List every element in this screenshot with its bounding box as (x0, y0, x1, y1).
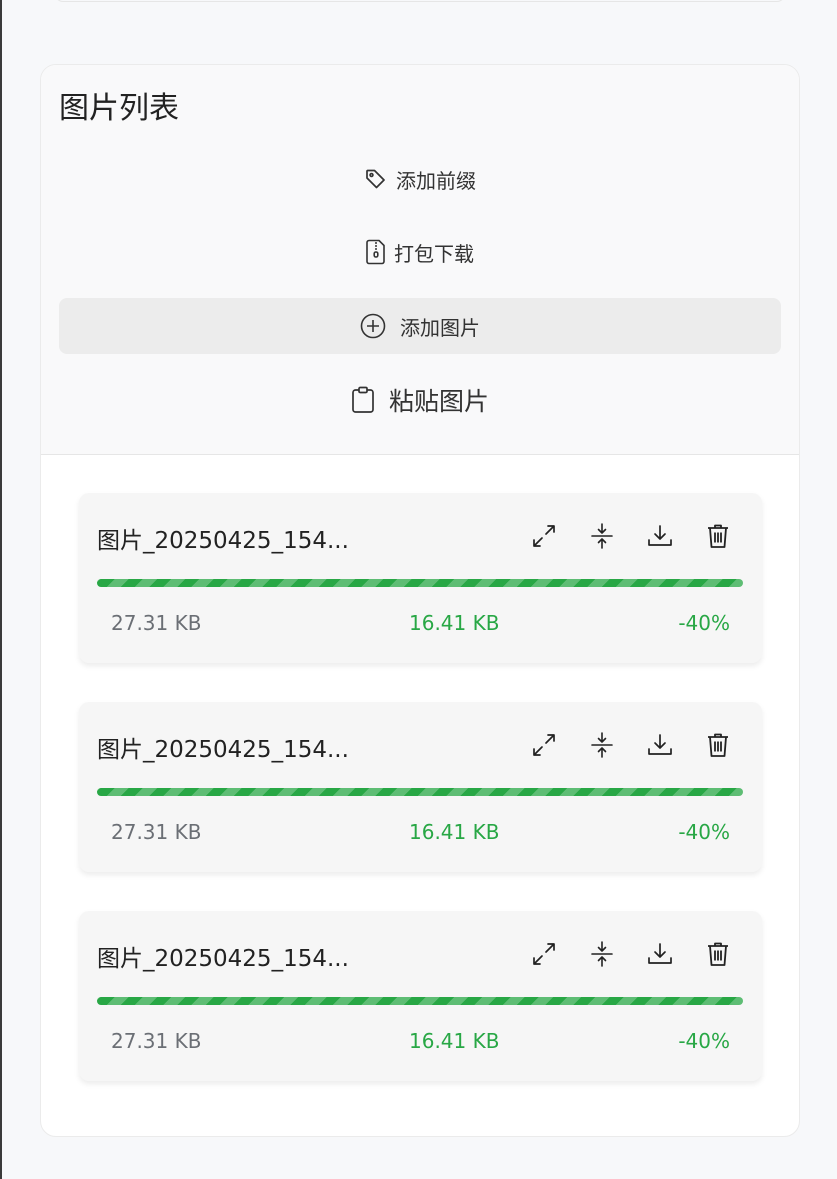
plus-circle-icon (360, 313, 386, 339)
add-prefix-label: 添加前缀 (396, 168, 476, 193)
image-name: 图片_20250425_154... (97, 946, 349, 972)
expand-icon (531, 523, 557, 553)
expand-icon (531, 941, 557, 971)
zip-download-button[interactable]: 打包下载 (59, 228, 781, 276)
zip-download-label: 打包下载 (394, 241, 474, 266)
add-image-label: 添加图片 (400, 315, 480, 340)
compress-button[interactable] (587, 523, 617, 553)
delete-button[interactable] (703, 732, 733, 762)
add-prefix-button[interactable]: 添加前缀 (59, 155, 781, 203)
trash-icon (707, 941, 729, 971)
compressed-size: 16.41 KB (409, 611, 500, 635)
image-item: 图片_20250425_154... 27.31 KB 16.41 KB -40… (79, 702, 762, 872)
delete-button[interactable] (703, 523, 733, 553)
add-image-button[interactable]: 添加图片 (59, 298, 781, 354)
panel-title: 图片列表 (59, 91, 179, 126)
paste-image-label: 粘贴图片 (388, 387, 489, 416)
delete-button[interactable] (703, 941, 733, 971)
image-item: 图片_20250425_154... 27.31 KB 16.41 KB -40… (79, 493, 762, 663)
download-button[interactable] (645, 732, 675, 762)
image-list: 图片_20250425_154... 27.31 KB 16.41 KB -40… (79, 493, 763, 1120)
previous-card-edge (55, 0, 785, 2)
compress-icon (590, 523, 614, 553)
compression-ratio: -40% (678, 1029, 730, 1053)
compression-ratio: -40% (678, 611, 730, 635)
compress-icon (590, 941, 614, 971)
original-size: 27.31 KB (111, 611, 202, 635)
download-icon (647, 941, 673, 971)
expand-button[interactable] (529, 523, 559, 553)
expand-button[interactable] (529, 732, 559, 762)
download-button[interactable] (645, 941, 675, 971)
tag-icon (364, 167, 388, 191)
original-size: 27.31 KB (111, 1029, 202, 1053)
clipboard-icon (351, 386, 375, 414)
download-icon (647, 523, 673, 553)
compress-button[interactable] (587, 732, 617, 762)
window-edge (0, 0, 2, 1179)
compress-icon (590, 732, 614, 762)
image-item: 图片_20250425_154... 27.31 KB 16.41 KB -40… (79, 911, 762, 1081)
original-size: 27.31 KB (111, 820, 202, 844)
expand-icon (531, 732, 557, 762)
compression-ratio: -40% (678, 820, 730, 844)
expand-button[interactable] (529, 941, 559, 971)
download-button[interactable] (645, 523, 675, 553)
compression-progress-bar (97, 788, 743, 796)
progress-fill (97, 579, 743, 587)
image-name: 图片_20250425_154... (97, 528, 349, 554)
image-name: 图片_20250425_154... (97, 737, 349, 763)
compression-progress-bar (97, 997, 743, 1005)
compressed-size: 16.41 KB (409, 820, 500, 844)
panel-header: 图片列表 添加前缀 打包下载 添加图片 粘贴图片 (41, 65, 799, 455)
compress-button[interactable] (587, 941, 617, 971)
progress-fill (97, 997, 743, 1005)
image-list-panel: 图片列表 添加前缀 打包下载 添加图片 粘贴图片 图片_20250425_154… (40, 64, 800, 1137)
zip-file-icon (366, 239, 386, 265)
compressed-size: 16.41 KB (409, 1029, 500, 1053)
trash-icon (707, 523, 729, 553)
download-icon (647, 732, 673, 762)
compression-progress-bar (97, 579, 743, 587)
paste-image-button[interactable]: 粘贴图片 (59, 372, 781, 428)
progress-fill (97, 788, 743, 796)
trash-icon (707, 732, 729, 762)
